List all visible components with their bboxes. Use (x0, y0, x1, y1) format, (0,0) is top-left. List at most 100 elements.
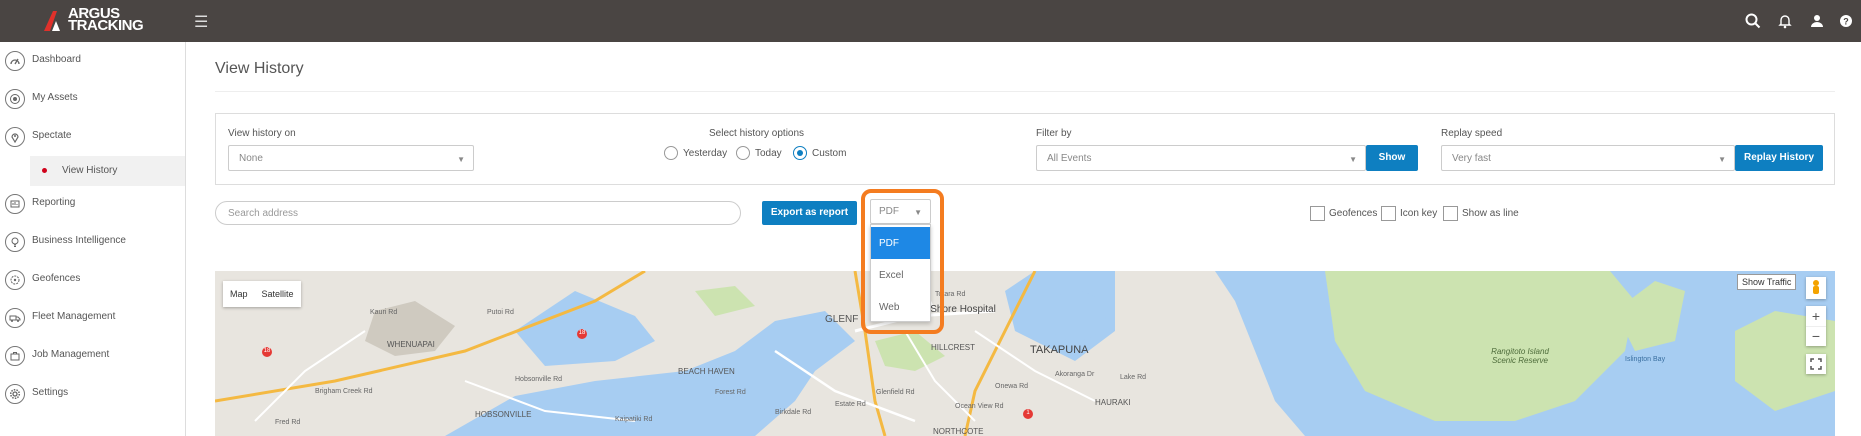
filter-by-value: All Events (1047, 153, 1092, 164)
road-label: Brigham Creek Rd (315, 388, 373, 395)
sidebar-item-label: Settings (32, 387, 69, 398)
logo-line2: TRACKING (68, 17, 144, 34)
export-report-button[interactable]: Export as report (762, 201, 857, 225)
radio-today-label: Today (755, 148, 782, 159)
history-filter-panel: View history on None ▼ Select history op… (215, 113, 1835, 185)
lightbulb-icon (5, 232, 25, 252)
filter-by-label: Filter by (1036, 128, 1072, 139)
history-map[interactable]: H WHENUAPAI HOBSONVILLE BEACH HAVEN GLEN… (215, 271, 1835, 436)
place-label: WHENUAPAI (387, 340, 435, 349)
sidebar-item-label: Spectate (32, 130, 72, 141)
replay-history-button[interactable]: Replay History (1735, 145, 1823, 171)
show-traffic-button[interactable]: Show Traffic (1737, 274, 1797, 290)
sidebar-item-label: Geofences (32, 273, 81, 284)
sidebar-subitem-view-history[interactable]: View History (30, 156, 185, 186)
sidebar-item-label: Business Intelligence (32, 235, 126, 246)
view-history-select[interactable]: None ▼ (228, 145, 474, 171)
satellite-tab[interactable]: Satellite (255, 281, 301, 307)
caret-down-icon: ▼ (914, 208, 922, 217)
geofences-checkbox-label: Geofences (1329, 208, 1378, 219)
route-shield-label: 18 (578, 330, 586, 336)
place-label: BEACH HAVEN (678, 367, 735, 376)
map-type-control: Map Satellite (223, 281, 301, 307)
icon-key-checkbox[interactable] (1381, 206, 1396, 221)
format-option-web[interactable]: Web (871, 291, 930, 323)
page-title: View History (215, 60, 304, 77)
fullscreen-icon[interactable] (1806, 354, 1826, 374)
argus-logo[interactable]: ARGUS TRACKING (42, 6, 152, 35)
road-label: Fred Rd (275, 419, 301, 426)
sidebar-item-job-management[interactable]: Job Management (0, 337, 185, 375)
top-bar: ARGUS TRACKING ☰ ? (0, 0, 1861, 42)
sidebar-item-label: Dashboard (32, 54, 81, 65)
sidebar-subitem-label: View History (62, 165, 118, 176)
bell-icon[interactable] (1776, 12, 1794, 30)
title-divider (215, 91, 1835, 92)
sidebar-item-geofences[interactable]: Geofences (0, 261, 185, 299)
sidebar-item-reporting[interactable]: Reporting (0, 185, 185, 223)
place-label: HILLCREST (931, 343, 976, 352)
view-history-value: None (239, 153, 263, 164)
map-pin-icon (5, 127, 25, 147)
sidebar-item-dashboard[interactable]: Dashboard (0, 42, 185, 80)
geofences-checkbox[interactable] (1310, 206, 1325, 221)
road-label: Glenfield Rd (876, 389, 915, 396)
logo-mark-icon (44, 11, 60, 31)
road-label: Ocean View Rd (955, 403, 1004, 410)
place-label: NORTHCOTE (933, 427, 984, 436)
export-format-dropdown: PDF Excel Web (870, 224, 931, 322)
view-history-label: View history on (228, 128, 296, 139)
svg-text:?: ? (1843, 17, 1849, 27)
sidebar-item-my-assets[interactable]: My Assets (0, 80, 185, 118)
history-options-label: Select history options (709, 128, 805, 139)
sidebar-item-spectate[interactable]: Spectate (0, 118, 185, 156)
icon-key-checkbox-label: Icon key (1400, 208, 1438, 219)
filter-by-select[interactable]: All Events ▼ (1036, 145, 1366, 171)
export-format-select[interactable]: PDF ▼ (870, 199, 931, 224)
radio-custom[interactable] (793, 146, 807, 160)
road-label: Totara Rd (935, 291, 966, 298)
place-label: Rangitoto Island Scenic Reserve (1491, 347, 1549, 365)
replay-speed-value: Very fast (1452, 153, 1491, 164)
map-tab[interactable]: Map (223, 281, 255, 307)
help-icon[interactable]: ? (1837, 12, 1855, 30)
search-icon[interactable] (1744, 12, 1762, 30)
sidebar-item-label: Job Management (32, 349, 110, 360)
zoom-out-button[interactable]: − (1806, 326, 1826, 346)
caret-down-icon: ▼ (1718, 155, 1726, 164)
show-button[interactable]: Show (1366, 145, 1418, 171)
hamburger-menu-icon[interactable]: ☰ (194, 12, 208, 32)
gear-icon (5, 384, 25, 404)
show-as-line-checkbox-label: Show as line (1462, 208, 1519, 219)
road-label: Kaipatiki Rd (615, 416, 653, 423)
briefcase-icon (5, 346, 25, 366)
sidebar-item-fleet-management[interactable]: Fleet Management (0, 299, 185, 337)
logo-text: ARGUS TRACKING (68, 6, 144, 34)
zoom-in-button[interactable]: + (1806, 306, 1826, 326)
road-label: Lake Rd (1120, 374, 1147, 381)
road-label: Putoi Rd (487, 309, 514, 316)
place-label: HAURAKI (1095, 398, 1131, 407)
search-address-input[interactable]: Search address (215, 201, 741, 225)
road-label: Birkdale Rd (775, 409, 812, 416)
format-option-pdf[interactable]: PDF (871, 227, 930, 259)
format-option-excel[interactable]: Excel (871, 259, 930, 291)
road-label: Estate Rd (835, 401, 866, 408)
road-label: Onewa Rd (995, 383, 1029, 390)
radio-today[interactable] (736, 146, 750, 160)
caret-down-icon: ▼ (457, 155, 465, 164)
road-label: Islington Bay (1625, 356, 1666, 363)
radio-yesterday[interactable] (664, 146, 678, 160)
sidebar: Dashboard My Assets Spectate View Histor… (0, 42, 186, 436)
reporting-icon (5, 194, 25, 214)
caret-down-icon: ▼ (1349, 155, 1357, 164)
user-icon[interactable] (1808, 12, 1826, 30)
replay-speed-label: Replay speed (1441, 128, 1503, 139)
assets-icon (5, 89, 25, 109)
sidebar-item-business-intelligence[interactable]: Business Intelligence (0, 223, 185, 261)
show-as-line-checkbox[interactable] (1443, 206, 1458, 221)
street-view-pegman-icon[interactable] (1806, 277, 1826, 299)
sidebar-item-settings[interactable]: Settings (0, 375, 185, 413)
zoom-control: + − (1806, 306, 1826, 346)
replay-speed-select[interactable]: Very fast ▼ (1441, 145, 1735, 171)
